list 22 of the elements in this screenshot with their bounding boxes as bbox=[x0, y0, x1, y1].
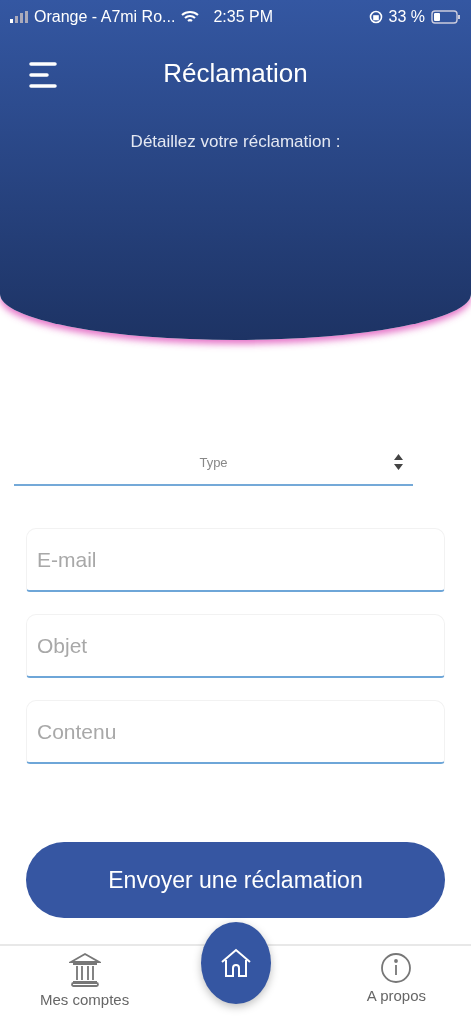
wifi-icon bbox=[181, 10, 200, 24]
home-button[interactable] bbox=[201, 922, 271, 1004]
page-subtitle: Détaillez votre réclamation : bbox=[129, 132, 342, 152]
input-field[interactable]: Objet bbox=[26, 614, 445, 678]
accounts-tab[interactable]: Mes comptes bbox=[40, 946, 130, 1008]
info-icon bbox=[380, 952, 413, 984]
bank-icon bbox=[68, 952, 101, 988]
type-select[interactable]: Type bbox=[14, 440, 413, 486]
clock-time: 2:35 PM bbox=[213, 8, 273, 26]
input-field[interactable]: Contenu bbox=[26, 700, 445, 764]
page-title: Réclamation bbox=[163, 57, 308, 89]
rotation-lock-icon bbox=[368, 10, 383, 24]
sort-arrows-icon bbox=[394, 454, 403, 470]
battery-icon bbox=[431, 10, 461, 24]
submit-button[interactable]: Envoyer une réclamation bbox=[26, 842, 445, 918]
home-icon bbox=[219, 946, 253, 980]
about-tab[interactable]: A propos bbox=[366, 946, 426, 1004]
signal-icon bbox=[10, 11, 28, 23]
input-field[interactable]: E-mail bbox=[26, 528, 445, 592]
battery-percent: 33 % bbox=[388, 8, 425, 26]
menu-icon bbox=[28, 60, 58, 90]
carrier-name: Orange - A7mi Ro... bbox=[34, 8, 176, 26]
